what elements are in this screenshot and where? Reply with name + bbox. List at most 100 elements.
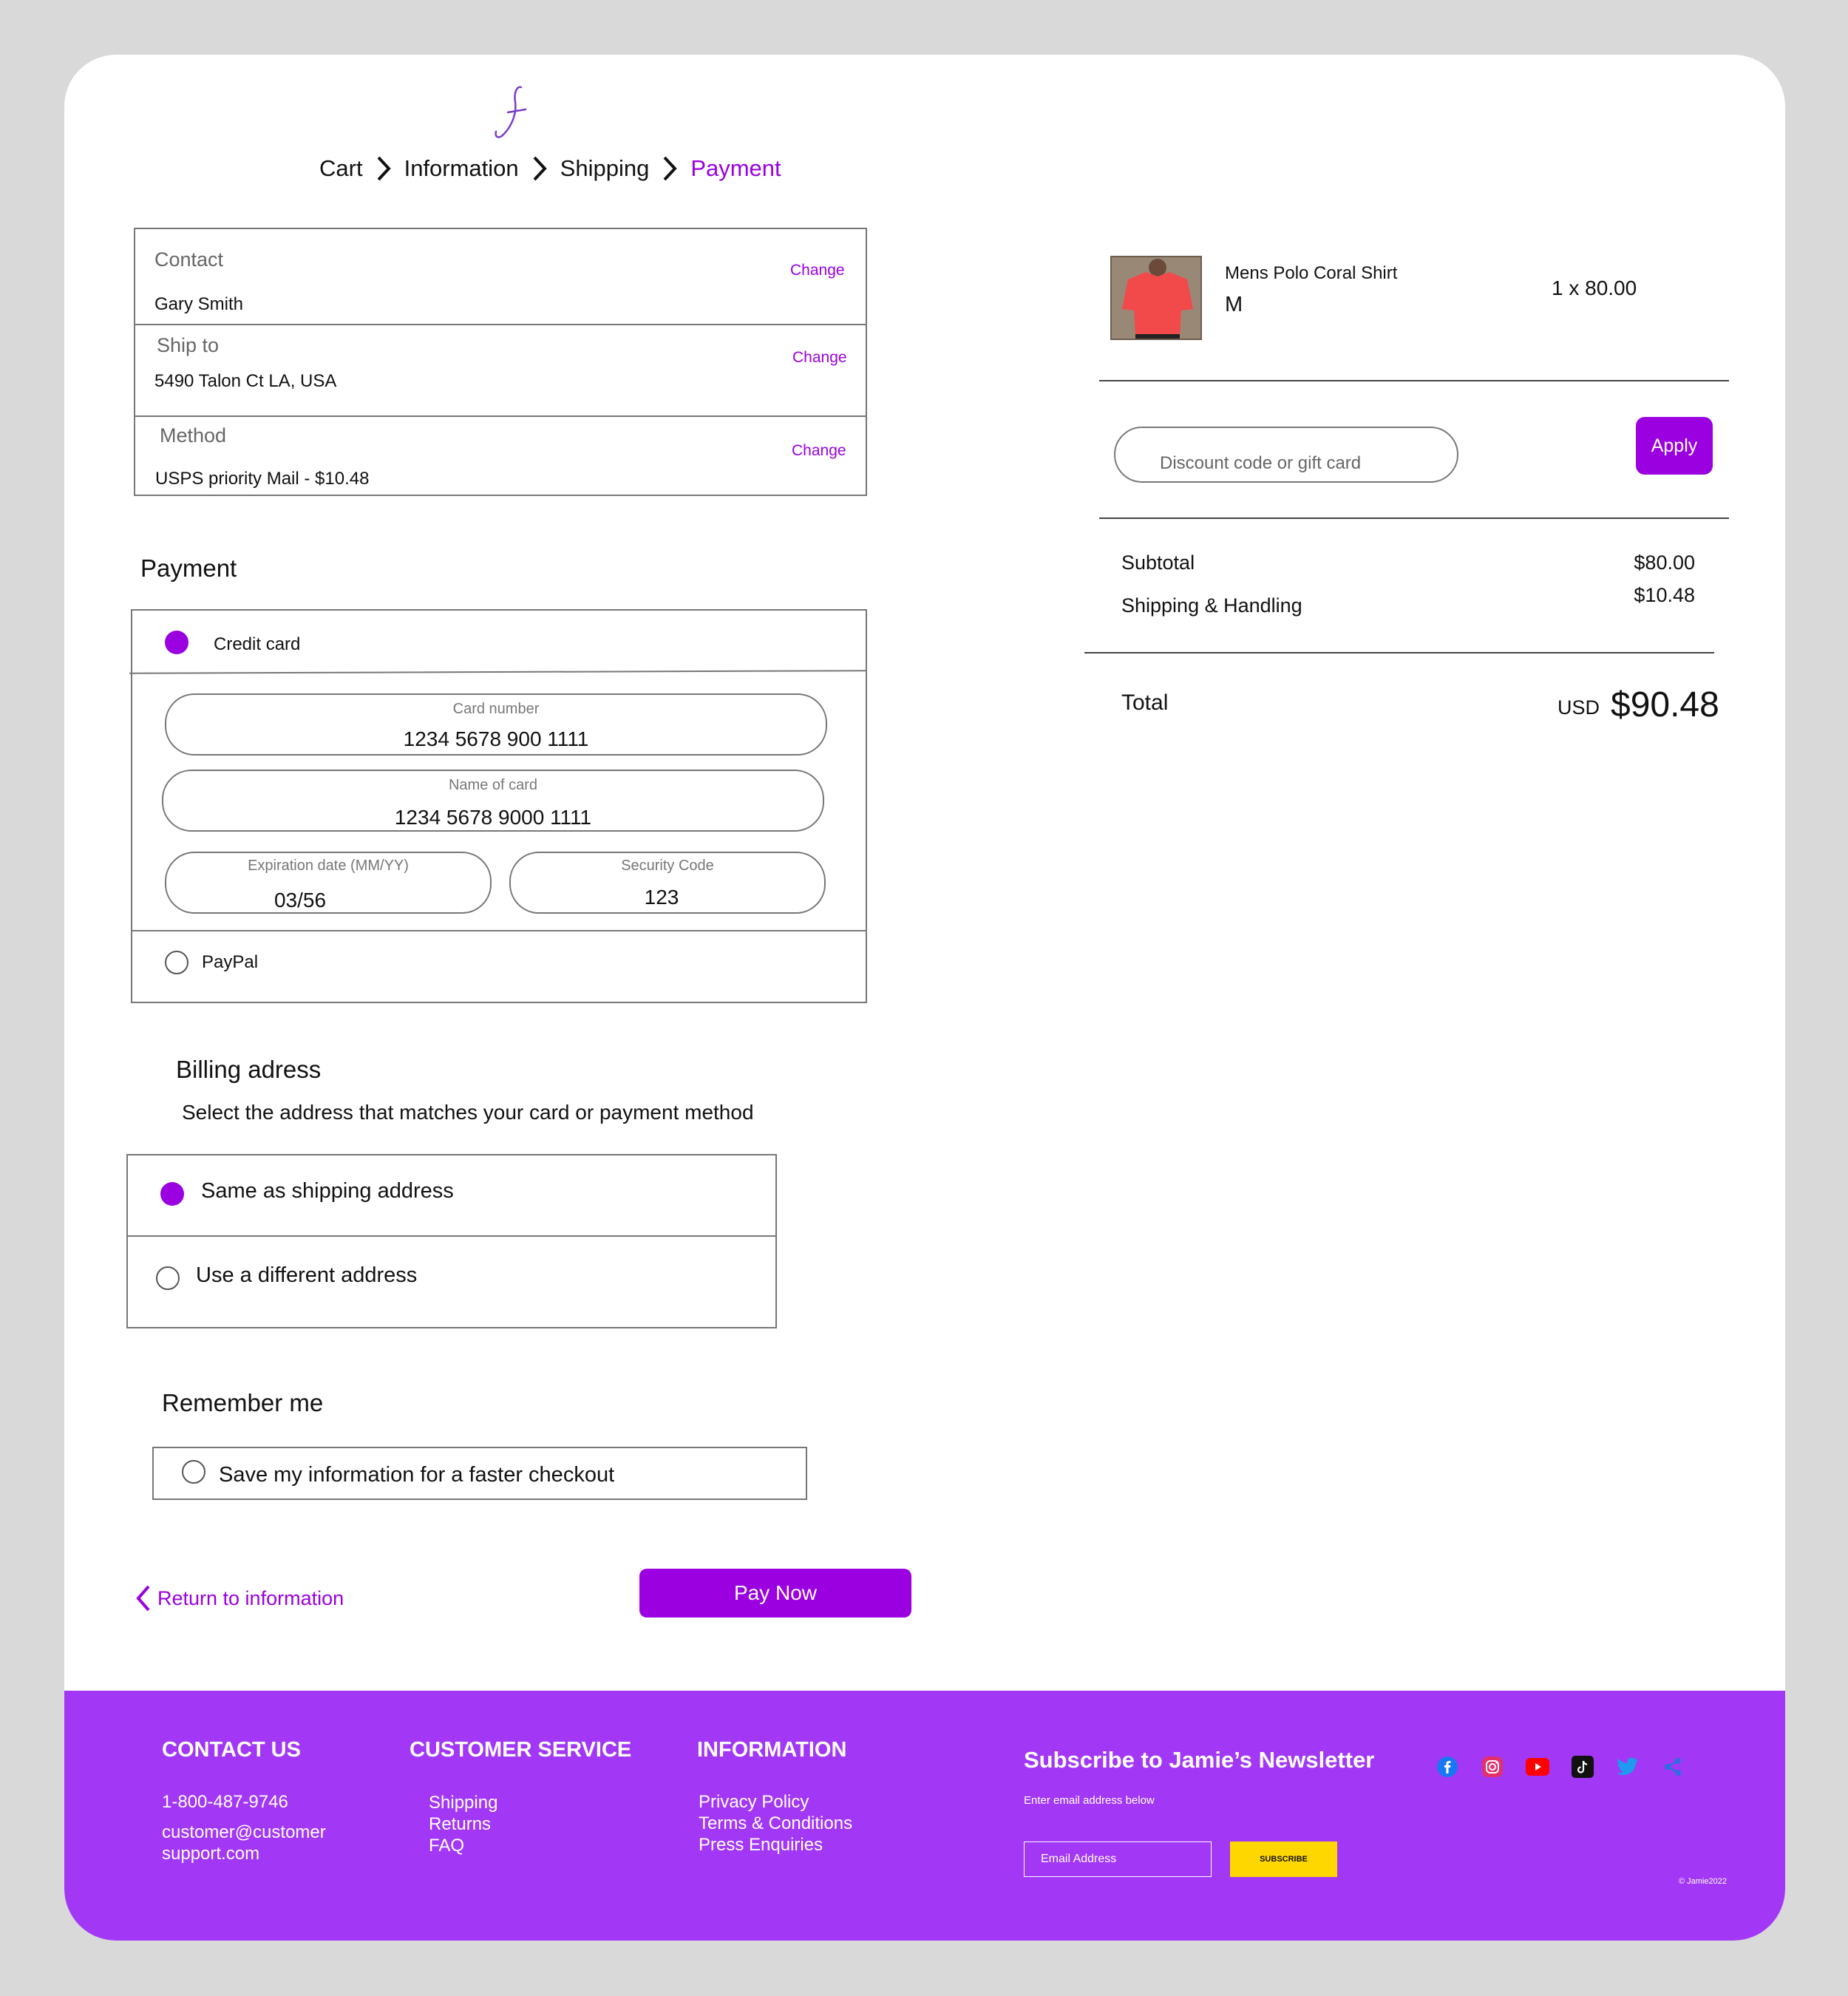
chevron-right-icon [532,155,547,182]
method-row: Method Change USPS priority Mail - $10.4… [135,417,866,495]
card-number-field[interactable]: Card number 1234 5678 900 1111 [165,693,827,756]
information-heading: INFORMATION [697,1738,847,1762]
subtotal-value: $80.00 [1634,551,1695,574]
name-on-card-field[interactable]: Name of card 1234 5678 9000 1111 [162,770,824,832]
billing-subtitle: Select the address that matches your car… [182,1101,754,1124]
method-value: USPS priority Mail - $10.48 [155,469,370,489]
save-info-checkbox[interactable] [182,1460,205,1484]
security-code-value: 123 [644,886,679,909]
subscribe-button[interactable]: SUBSCRIBE [1230,1841,1337,1877]
divider [1099,380,1729,381]
newsletter-title: Subscribe to Jamie’s Newsletter [1024,1747,1375,1773]
product-quantity-price: 1 x 80.00 [1552,276,1637,299]
logo-icon [495,86,527,138]
expiration-value: 03/56 [274,889,327,912]
phone-number[interactable]: 1-800-487-9746 [162,1791,288,1813]
shirt-image [1112,257,1200,339]
return-to-information-link[interactable]: Return to information [134,1583,344,1613]
product-name: Mens Polo Coral Shirt [1225,263,1398,283]
change-ship-link[interactable]: Change [792,349,847,367]
credit-card-radio[interactable] [165,631,188,654]
remember-box: Save my information for a faster checkou… [152,1447,807,1500]
tiktok-icon[interactable] [1570,1754,1595,1779]
ship-to-row: Ship to Change 5490 Talon Ct LA, USA [135,325,866,414]
footer-link-privacy[interactable]: Privacy Policy [699,1791,809,1813]
newsletter-email-input[interactable] [1024,1841,1212,1877]
total-value: $90.48 [1611,685,1719,724]
change-method-link[interactable]: Change [792,442,846,460]
subtotal-label: Subtotal [1121,551,1195,574]
contact-us-heading: CONTACT US [162,1738,301,1762]
name-on-card-label: Name of card [448,777,538,793]
footer-link-shipping[interactable]: Shipping [429,1792,497,1813]
chevron-right-icon [376,155,391,182]
contact-label: Contact [154,248,224,271]
copyright: © Jamie2022 [1679,1877,1727,1886]
instagram-icon[interactable] [1480,1754,1505,1779]
contact-row: Contact Change Gary Smith [135,229,866,324]
email-line-2[interactable]: support.com [162,1843,259,1864]
ship-to-label: Ship to [157,334,220,356]
shipping-value: $10.48 [1634,584,1695,606]
share-icon[interactable] [1660,1754,1685,1779]
method-label: Method [160,424,227,447]
paypal-label: PayPal [202,952,259,972]
footer-link-press[interactable]: Press Enquiries [699,1834,823,1856]
expiration-field[interactable]: Expiration date (MM/YY) 03/56 [165,852,492,914]
divider [128,1235,775,1237]
security-code-label: Security Code [621,858,714,874]
card-number-value: 1234 5678 900 1111 [403,727,589,750]
same-address-label: Same as shipping address [201,1179,454,1203]
breadcrumb-cart[interactable]: Cart [319,155,363,182]
page-card: Cart Information Shipping Payment Contac… [64,55,1785,1941]
save-info-label: Save my information for a faster checkou… [219,1463,615,1487]
customer-service-heading: CUSTOMER SERVICE [410,1738,632,1762]
breadcrumb-shipping[interactable]: Shipping [560,155,650,182]
ship-to-value: 5490 Talon Ct LA, USA [154,371,337,391]
expiration-label: Expiration date (MM/YY) [248,858,409,874]
total-currency: USD [1557,696,1600,719]
footer-link-returns[interactable]: Returns [429,1813,491,1835]
breadcrumb: Cart Information Shipping Payment [319,155,781,182]
credit-card-label: Credit card [214,634,301,654]
discount-input[interactable] [1160,453,1441,474]
product-size: M [1225,293,1243,316]
twitter-icon[interactable] [1615,1754,1640,1779]
payment-method-box: Credit card Card number 1234 5678 900 11… [129,609,867,1003]
footer-link-faq[interactable]: FAQ [429,1835,464,1856]
same-address-radio[interactable] [160,1182,184,1206]
change-contact-link[interactable]: Change [790,262,845,279]
card-number-label: Card number [452,701,540,717]
security-code-field[interactable]: Security Code 123 [509,852,826,914]
divider [129,670,866,674]
checkout-summary-box: Contact Change Gary Smith Ship to Change… [134,228,867,496]
different-address-label: Use a different address [196,1263,418,1287]
name-on-card-value: 1234 5678 9000 1111 [394,806,592,829]
shipping-label: Shipping & Handling [1121,594,1302,617]
breadcrumb-information[interactable]: Information [404,155,519,182]
apply-button[interactable]: Apply [1636,417,1713,475]
divider [1084,652,1714,654]
newsletter-subtitle: Enter email address below [1024,1794,1155,1807]
remember-heading: Remember me [162,1389,324,1416]
product-thumbnail [1110,256,1202,340]
footer-link-terms[interactable]: Terms & Conditions [699,1813,852,1834]
chevron-left-icon [136,1585,150,1612]
contact-value: Gary Smith [154,294,244,314]
billing-heading: Billing adress [176,1056,322,1083]
billing-address-box: Same as shipping address Use a different… [126,1154,777,1328]
facebook-icon[interactable] [1435,1754,1460,1779]
discount-field[interactable] [1114,427,1458,483]
pay-now-button[interactable]: Pay Now [639,1569,911,1617]
payment-heading: Payment [140,554,237,582]
breadcrumb-payment: Payment [690,155,781,181]
divider [132,930,866,931]
total-label: Total [1121,690,1169,715]
email-line-1[interactable]: customer@customer [162,1822,326,1843]
youtube-icon[interactable] [1525,1754,1550,1779]
chevron-right-icon [662,155,678,182]
footer: CONTACT US 1-800-487-9746 customer@custo… [64,1691,1785,1941]
divider [1099,517,1729,519]
different-address-radio[interactable] [156,1266,180,1290]
paypal-radio[interactable] [165,951,188,974]
